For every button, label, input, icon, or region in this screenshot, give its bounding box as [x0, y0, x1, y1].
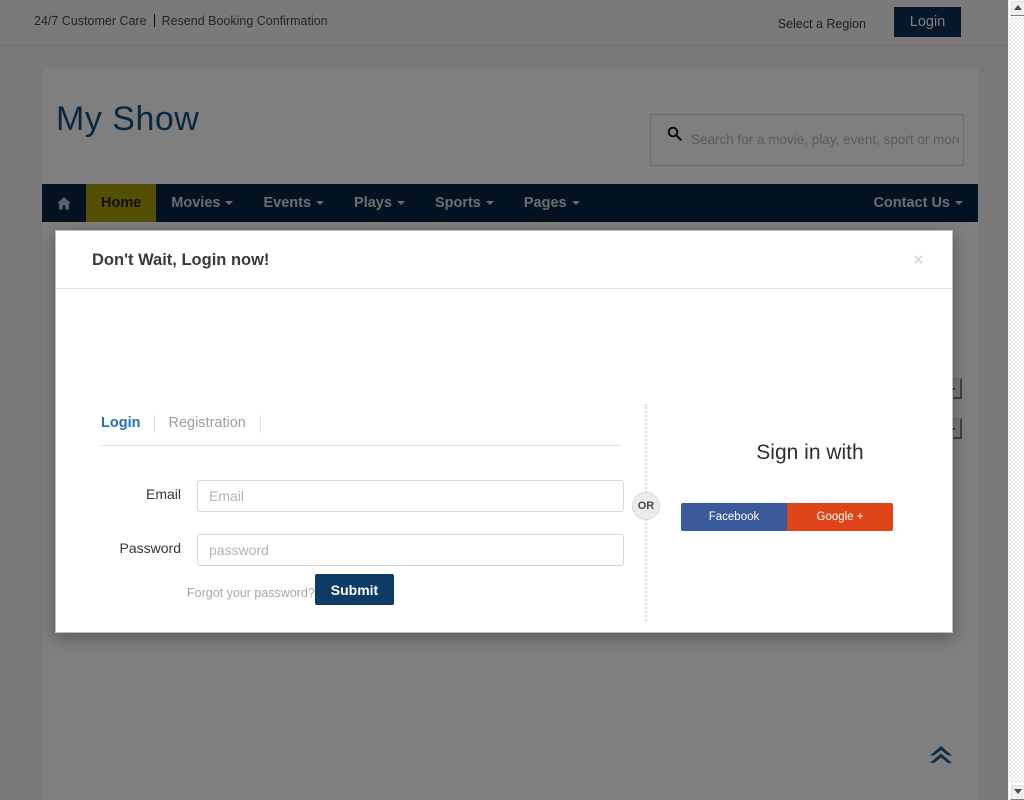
- close-icon[interactable]: ×: [907, 247, 930, 274]
- password-label: Password: [119, 540, 181, 556]
- scrollbar-down-button[interactable]: [1010, 784, 1024, 800]
- password-field-row: Password: [56, 534, 624, 566]
- scrollbar-up-button[interactable]: [1010, 0, 1024, 16]
- auth-tabs: Login Registration: [101, 415, 621, 446]
- password-input[interactable]: [197, 534, 624, 566]
- scrollbar-track[interactable]: [1009, 17, 1024, 783]
- forgot-password-link[interactable]: Forgot your password?: [187, 586, 315, 600]
- tab-login[interactable]: Login: [101, 415, 156, 433]
- social-signin-title: Sign in with: [756, 441, 864, 464]
- vertical-scrollbar[interactable]: [1008, 0, 1024, 800]
- chevron-down-icon: [1014, 789, 1022, 794]
- or-badge: OR: [632, 492, 660, 520]
- google-signin-button[interactable]: Google +: [787, 503, 893, 531]
- email-label: Email: [145, 486, 181, 502]
- social-buttons: Facebook Google +: [681, 503, 893, 531]
- login-modal: Don't Wait, Login now! × Login Registrat…: [55, 230, 953, 633]
- screen: 24/7 Customer CareResend Booking Confirm…: [0, 0, 1024, 800]
- modal-title: Don't Wait, Login now!: [92, 251, 270, 269]
- email-field-row: Email: [56, 480, 624, 512]
- submit-button[interactable]: Submit: [315, 574, 394, 605]
- email-input[interactable]: [197, 480, 624, 512]
- modal-header: Don't Wait, Login now! ×: [56, 231, 952, 289]
- facebook-signin-button[interactable]: Facebook: [681, 503, 787, 531]
- tab-registration[interactable]: Registration: [168, 415, 261, 433]
- chevron-up-icon: [1014, 5, 1022, 10]
- modal-body: Login Registration Email Password Forgot…: [56, 289, 952, 633]
